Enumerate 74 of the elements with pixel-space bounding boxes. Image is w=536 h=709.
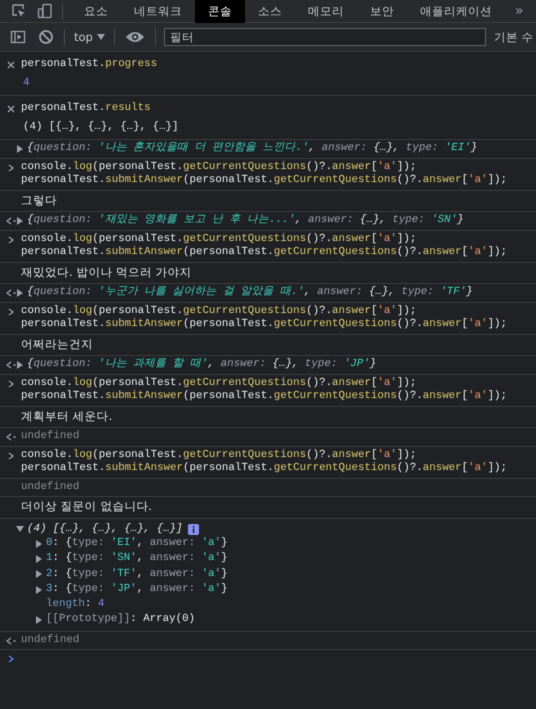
code-line: personalTest.progress (21, 58, 158, 72)
array-preview: (4) [{…}, {…}, {…}, {…}] (27, 522, 183, 536)
panel-tab[interactable]: 요소 (71, 0, 121, 22)
property-text: length: 4 (46, 597, 104, 612)
code-line: personalTest.submitAnswer(personalTest.getCurrentQuestions()?.answer['a']); (21, 174, 508, 188)
log-message: 그렇다 (21, 194, 57, 207)
object-preview[interactable]: {question: '재밌는 영화를 보고 난 후 나는...', answer: {…}, type: 'SN'} (27, 214, 464, 228)
return-arrow-icon (6, 289, 16, 297)
collapsed-triangle-icon[interactable] (16, 216, 24, 225)
close-icon (6, 61, 14, 69)
collapsed-triangle-icon[interactable] (16, 360, 24, 369)
panel-tab[interactable]: 네트워크 (121, 0, 195, 22)
filter-field[interactable]: 필터 (164, 28, 486, 46)
code-line: console.log(personalTest.getCurrentQuestions()?.answer['a']); (21, 232, 416, 246)
collapsed-triangle-icon[interactable] (16, 288, 24, 297)
device-icon[interactable] (37, 3, 53, 19)
expanded-triangle-icon[interactable] (16, 525, 24, 534)
log-message: 계획부터 세운다. (21, 410, 112, 423)
levels-dropdown[interactable]: 기본 수 (494, 30, 534, 44)
property-entry[interactable]: 3: {type: 'JP', answer: 'a'} (46, 582, 228, 598)
panel-tab[interactable]: 애플리케이션 (407, 0, 505, 22)
panel-tab[interactable]: 메모리 (295, 0, 357, 22)
code-line: personalTest.submitAnswer(personalTest.getCurrentQuestions()?.answer['a']); (21, 462, 508, 476)
collapsed-triangle-icon[interactable] (35, 570, 43, 578)
result-value: (4) [{…}, {…}, {…}, {…}] (23, 120, 179, 134)
log-message: 재밌었다. 밥이나 먹으러 가야지 (21, 266, 192, 279)
prompt-chevron-icon (8, 655, 14, 664)
log-message: 어쩌라는건지 (21, 338, 93, 351)
property-entry[interactable]: [[Prototype]]: Array(0) (46, 612, 196, 628)
code-line: personalTest.submitAnswer(personalTest.getCurrentQuestions()?.answer['a']); (21, 246, 508, 260)
chevron-icon (8, 236, 14, 244)
return-value: undefined (21, 430, 80, 444)
object-preview[interactable]: {question: '나는 혼자있을때 더 편안함을 느낀다.', answer: {…}, type: 'EI'} (27, 142, 478, 156)
code-line: console.log(personalTest.getCurrentQuestions()?.answer['a']); (21, 448, 416, 462)
inspect-icon[interactable] (11, 3, 27, 19)
chevron-icon (8, 380, 14, 388)
close-icon (6, 105, 14, 113)
code-line: console.log(personalTest.getCurrentQuestions()?.answer['a']); (21, 160, 416, 174)
sidebar-icon[interactable] (10, 29, 26, 45)
property-entry[interactable]: 1: {type: 'SN', answer: 'a'} (46, 551, 228, 567)
return-value: undefined (21, 634, 80, 648)
object-preview[interactable]: {question: '나는 과제를 할 때', answer: {…}, type: 'JP'} (27, 358, 376, 372)
panel-tab[interactable]: 콘솔 (195, 0, 245, 22)
eye-icon[interactable] (124, 30, 145, 44)
chevron-icon (8, 164, 14, 172)
return-arrow-icon (6, 433, 16, 441)
return-arrow-icon (6, 217, 16, 225)
log-message: 더이상 질문이 없습니다. (21, 500, 152, 514)
object-preview[interactable]: {question: '누군가 나를 싫어하는 걸 알았을 때.', answer: {…}, type: 'TF'} (27, 286, 473, 300)
code-line: personalTest.submitAnswer(personalTest.getCurrentQuestions()?.answer['a']); (21, 318, 508, 332)
panel-tab[interactable]: 소스 (245, 0, 295, 22)
collapsed-triangle-icon[interactable] (35, 586, 43, 594)
context-dropdown[interactable]: top (69, 30, 110, 44)
code-line: personalTest.submitAnswer(personalTest.getCurrentQuestions()?.answer['a']); (21, 390, 508, 404)
collapsed-triangle-icon[interactable] (35, 540, 43, 548)
return-arrow-icon (6, 636, 16, 645)
code-line: personalTest.results (21, 102, 151, 116)
collapsed-triangle-icon[interactable] (16, 144, 24, 153)
return-value: undefined (21, 480, 80, 494)
chevron-icon (8, 452, 14, 460)
panel-tab[interactable]: 보안 (357, 0, 407, 22)
code-line: console.log(personalTest.getCurrentQuestions()?.answer['a']); (21, 304, 416, 318)
property-entry[interactable]: 0: {type: 'EI', answer: 'a'} (46, 536, 228, 552)
collapsed-triangle-icon[interactable] (35, 554, 43, 563)
block-icon[interactable] (38, 29, 54, 45)
property-entry[interactable]: 2: {type: 'TF', answer: 'a'} (46, 566, 228, 582)
return-arrow-icon (6, 361, 16, 369)
code-line: console.log(personalTest.getCurrentQuestions()?.answer['a']); (21, 376, 416, 390)
collapsed-triangle-icon[interactable] (35, 616, 43, 624)
more-tabs-button[interactable]: » (515, 0, 524, 22)
result-value: 4 (23, 76, 30, 90)
info-icon (188, 524, 199, 535)
caret-icon (96, 34, 105, 40)
chevron-icon (8, 308, 14, 316)
